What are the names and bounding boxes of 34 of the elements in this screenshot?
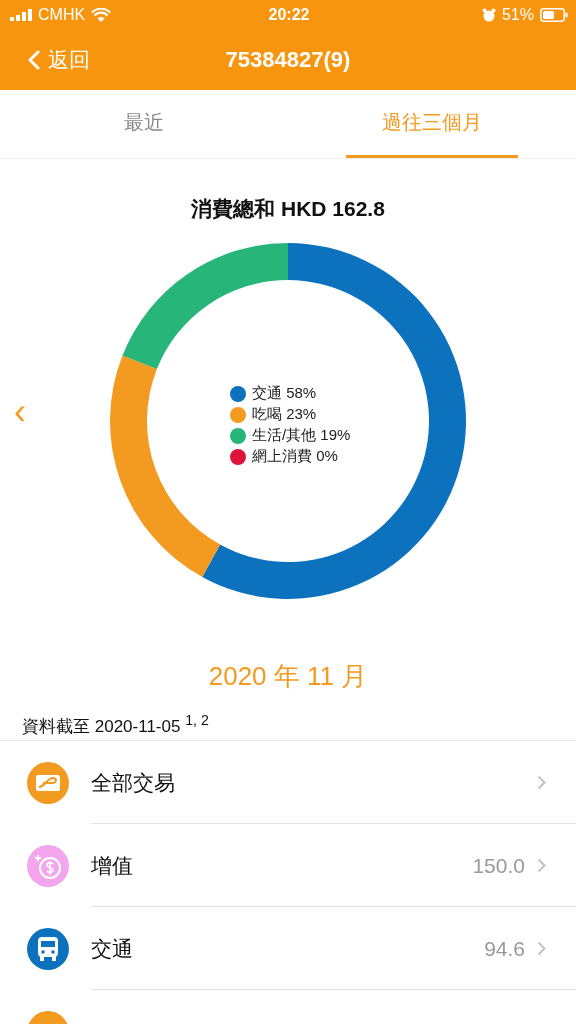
chevron-right-icon: [537, 941, 546, 956]
category-row[interactable]: 全部交易: [0, 741, 576, 824]
status-time: 20:22: [268, 6, 310, 24]
previous-button[interactable]: ‹: [8, 391, 32, 433]
signal-icon: [10, 9, 32, 21]
row-label: 增值: [91, 852, 134, 879]
category-row[interactable]: 交通 94.6: [0, 907, 576, 990]
row-label: 全部交易: [91, 769, 176, 796]
chevron-right-icon: [537, 858, 546, 873]
carrier-name: CMHK: [38, 6, 86, 24]
row-label: 交通: [91, 935, 134, 962]
alarm-icon: [481, 8, 496, 22]
row-amount: 94.6: [484, 936, 525, 961]
data-date-note: 資料截至 2020-11-05 $^{1, 2}$: [22, 712, 210, 738]
nav-title: 75384827(9): [225, 47, 351, 73]
wifi-icon: [91, 8, 112, 22]
row-amount: 150.0: [472, 853, 525, 878]
chevron-left-icon: [28, 50, 40, 70]
back-button[interactable]: 返回: [0, 46, 90, 74]
category-row[interactable]: 增值 150.0: [0, 824, 576, 907]
battery-percent: 51%: [501, 6, 534, 24]
legend-label: 交通 58%: [252, 384, 317, 403]
battery-icon: [540, 8, 568, 22]
legend-label: 生活/其他 19%: [252, 426, 351, 445]
tab[interactable]: 最近: [58, 90, 230, 158]
bus-icon: [27, 927, 69, 970]
tab[interactable]: 過往三個月: [346, 90, 518, 158]
chevron-right-icon: [537, 775, 546, 790]
total-title: 消費總和 HKD 162.8: [190, 196, 386, 222]
coin-icon: [27, 844, 69, 887]
month-label: 2020 年 11 月: [207, 660, 369, 693]
legend-label: 網上消費 0%: [252, 447, 338, 466]
card-icon: [27, 761, 69, 804]
legend-label: 吃喝 23%: [252, 405, 317, 424]
